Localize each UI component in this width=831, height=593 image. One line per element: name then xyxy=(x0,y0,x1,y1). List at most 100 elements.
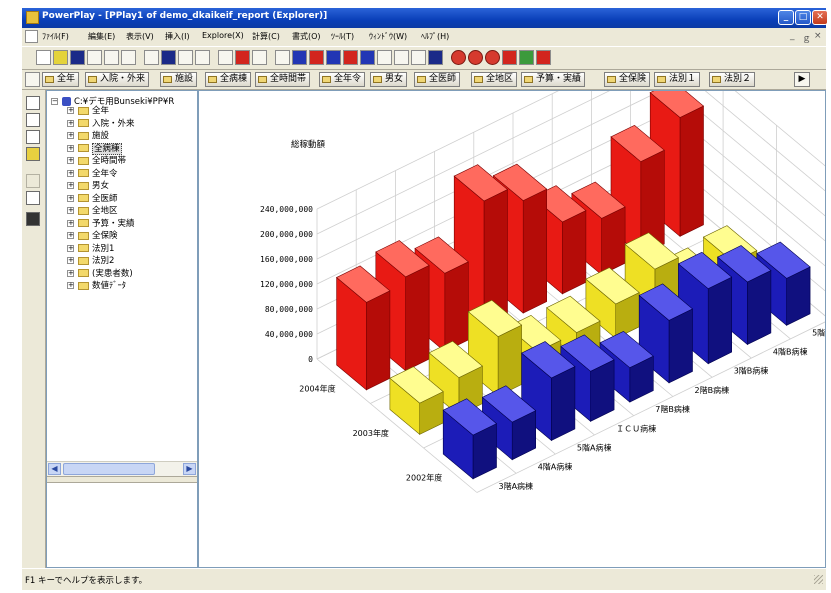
tree-item[interactable]: + 全年 xyxy=(67,105,109,117)
tree-item[interactable]: + 男女 xyxy=(67,180,109,192)
layers-icon[interactable] xyxy=(26,130,40,144)
dim-tab-region[interactable]: 全地区 xyxy=(471,72,518,87)
menu-calculate[interactable]: 計算(C) xyxy=(252,31,280,42)
collapse-icon[interactable]: − xyxy=(51,98,58,105)
tree-item[interactable]: + 予算・実績 xyxy=(67,218,135,230)
dim-tab-age[interactable]: 全年令 xyxy=(319,72,366,87)
3d-bar-chart-icon[interactable] xyxy=(309,50,324,65)
suppress-icon[interactable] xyxy=(485,50,500,65)
tree-item[interactable]: + 全医師 xyxy=(67,193,118,205)
dimension-bar-icon[interactable] xyxy=(25,72,40,87)
hide-icon[interactable] xyxy=(451,50,466,65)
tree-item[interactable]: + 全年令 xyxy=(67,168,118,180)
mdi-restore-button[interactable]: ｇ xyxy=(802,31,811,44)
expand-icon[interactable]: + xyxy=(67,232,74,239)
multiline-chart-icon[interactable] xyxy=(360,50,375,65)
mdi-minimize-button[interactable]: _ xyxy=(790,31,795,41)
expand-icon[interactable]: + xyxy=(67,132,74,139)
menu-insert[interactable]: 挿入(I) xyxy=(165,31,190,42)
dim-tab-law1[interactable]: 法別１ xyxy=(654,72,701,87)
filter-icon[interactable] xyxy=(195,50,210,65)
menu-explore[interactable]: Explore(X) xyxy=(202,31,244,40)
area-chart-icon[interactable] xyxy=(394,50,409,65)
app-icon[interactable] xyxy=(26,11,39,24)
expand-icon[interactable]: + xyxy=(67,119,74,127)
menu-view[interactable]: 表示(V) xyxy=(126,31,154,42)
calculation-icon[interactable] xyxy=(26,191,40,205)
expand-icon[interactable]: + xyxy=(67,219,74,227)
dim-tab-law2[interactable]: 法別２ xyxy=(709,72,756,87)
maximize-button[interactable]: □ xyxy=(795,10,811,25)
dim-tab-ward[interactable]: 全病棟 xyxy=(205,72,252,87)
dim-scroll-right-button[interactable]: ▶ xyxy=(794,72,810,87)
stacked-bar-icon[interactable] xyxy=(343,50,358,65)
new-icon[interactable] xyxy=(36,50,51,65)
expand-icon[interactable]: + xyxy=(67,244,74,252)
exception-icon[interactable] xyxy=(519,50,534,65)
tree-item[interactable]: + 全保険 xyxy=(67,230,118,242)
tree-item[interactable]: + 全病棟 xyxy=(67,142,122,155)
pie-chart-icon[interactable] xyxy=(292,50,307,65)
ranking-icon[interactable] xyxy=(235,50,250,65)
mdi-close-button[interactable]: × xyxy=(814,31,822,41)
dim-tab-year[interactable]: 全年 xyxy=(42,72,80,87)
tree-item[interactable]: + (実患者数) xyxy=(67,268,133,280)
menu-format[interactable]: 書式(O) xyxy=(292,31,321,42)
scroll-left-button[interactable]: ◀ xyxy=(48,463,61,475)
custom-exception-icon[interactable] xyxy=(536,50,551,65)
swap-rows-columns-icon[interactable] xyxy=(218,50,233,65)
close-button[interactable]: ✕ xyxy=(812,10,828,25)
dim-tab-doctor[interactable]: 全医師 xyxy=(414,72,461,87)
undo-icon[interactable] xyxy=(121,50,136,65)
tree-item[interactable]: + 法別2 xyxy=(67,255,114,267)
pane-splitter[interactable] xyxy=(47,476,197,483)
dim-tab-timeslot[interactable]: 全時間帯 xyxy=(255,72,311,87)
dim-tab-inout[interactable]: 入院・外来 xyxy=(85,72,150,87)
expand-icon[interactable]: + xyxy=(67,169,74,177)
tree-item[interactable]: + 施設 xyxy=(67,130,109,142)
clustered-bar-icon[interactable] xyxy=(326,50,341,65)
explore-icon[interactable] xyxy=(252,50,267,65)
scroll-right-button[interactable]: ▶ xyxy=(183,463,196,475)
print-preview-icon[interactable] xyxy=(104,50,119,65)
scroll-thumb[interactable] xyxy=(63,463,155,475)
dim-tab-insurance[interactable]: 全保険 xyxy=(604,72,651,87)
dimension-viewer-icon[interactable] xyxy=(26,113,40,127)
crosstab-icon[interactable] xyxy=(275,50,290,65)
open-icon[interactable] xyxy=(53,50,68,65)
expand-icon[interactable]: + xyxy=(67,182,74,189)
line-chart-icon[interactable] xyxy=(377,50,392,65)
minimize-button[interactable]: _ xyxy=(778,10,794,25)
menu-file[interactable]: ﾌｧｲﾙ(F) xyxy=(42,31,69,42)
menu-edit[interactable]: 編集(E) xyxy=(88,31,115,42)
document-icon[interactable] xyxy=(25,30,38,43)
expand-icon[interactable]: + xyxy=(67,282,74,289)
expand-icon[interactable]: + xyxy=(67,107,74,114)
crosstab-view-icon[interactable] xyxy=(26,96,40,110)
tree-item[interactable]: + 法別1 xyxy=(67,243,114,255)
tree-item[interactable]: + 入院・外来 xyxy=(67,118,135,130)
dim-tab-budget-actual[interactable]: 予算・実績 xyxy=(521,72,586,87)
tree-item[interactable]: + 数値ﾃﾞｰﾀ xyxy=(67,280,126,292)
correlation-chart-icon[interactable] xyxy=(428,50,443,65)
expand-icon[interactable]: + xyxy=(67,257,74,264)
filter-funnel-icon[interactable] xyxy=(26,147,40,161)
save-icon[interactable] xyxy=(70,50,85,65)
print-icon[interactable] xyxy=(87,50,102,65)
scatter-chart-icon[interactable] xyxy=(411,50,426,65)
dim-tab-facility[interactable]: 施設 xyxy=(160,72,198,87)
explain-icon[interactable] xyxy=(178,50,193,65)
menu-tools[interactable]: ﾂｰﾙ(T) xyxy=(331,31,354,42)
show-icon[interactable] xyxy=(468,50,483,65)
resize-grip[interactable] xyxy=(814,575,823,584)
expand-icon[interactable]: + xyxy=(67,194,74,202)
dim-tab-gender[interactable]: 男女 xyxy=(370,72,408,87)
tree-item[interactable]: + 全地区 xyxy=(67,205,118,217)
expand-icon[interactable]: + xyxy=(67,157,74,164)
drill-down-icon[interactable] xyxy=(161,50,176,65)
expand-icon[interactable]: + xyxy=(67,269,74,277)
expand-icon[interactable]: + xyxy=(67,207,74,214)
menu-window[interactable]: ｳｨﾝﾄﾞｳ(W) xyxy=(369,31,407,42)
menu-help[interactable]: ﾍﾙﾌﾟ(H) xyxy=(421,31,449,42)
find-binoculars-icon[interactable] xyxy=(26,212,40,226)
